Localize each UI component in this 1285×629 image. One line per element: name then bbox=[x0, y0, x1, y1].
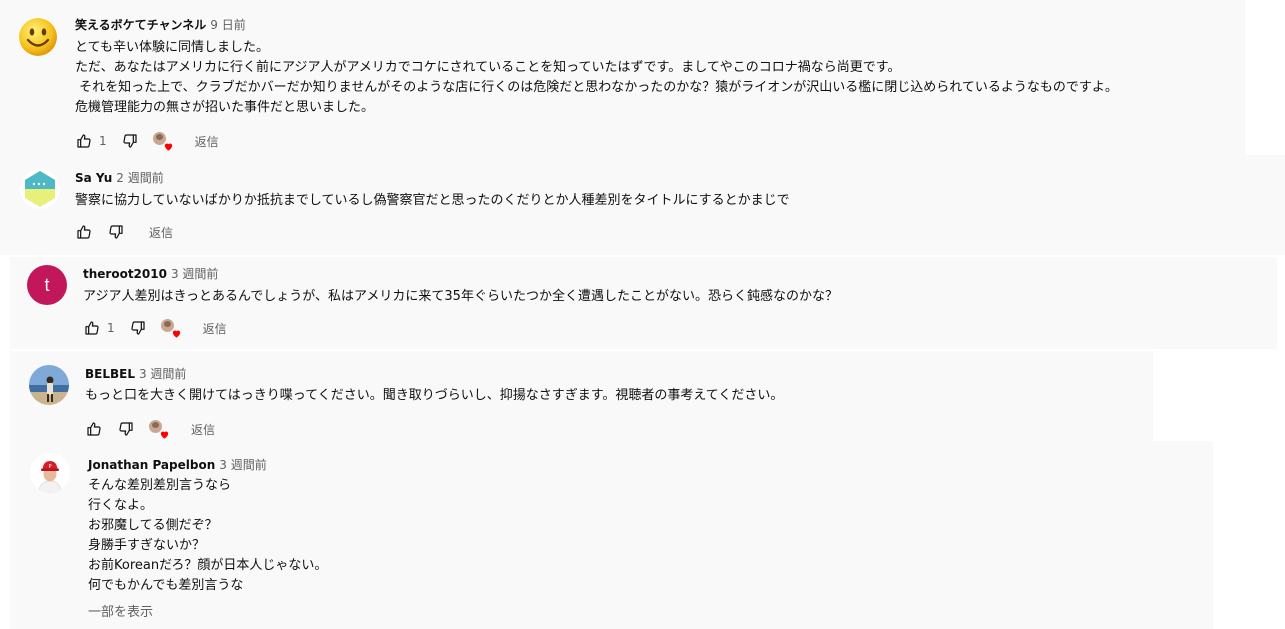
like-icon[interactable] bbox=[83, 319, 101, 337]
dislike-icon[interactable] bbox=[117, 420, 135, 438]
comment-actions: 1 返信 bbox=[83, 318, 227, 338]
comment-timestamp[interactable]: 3 週間前 bbox=[219, 458, 266, 472]
creator-heart-icon bbox=[160, 319, 180, 338]
comment-header: BELBEL 3 週間前 bbox=[85, 366, 186, 382]
comment-card: Sa Yu 2 週間前 警察に協力していないばかりか抵抗までしているし偽警察官だと… bbox=[0, 155, 1285, 255]
comment-text-line: 何でもかんでも差別言うな bbox=[88, 578, 244, 593]
comment-text-line: それを知った上で、クラブだかバーだか知りませんがそのような店に行くのは危険だと思… bbox=[75, 80, 1118, 95]
like-count: 1 bbox=[99, 134, 107, 148]
dislike-icon[interactable] bbox=[107, 223, 125, 241]
comment-text-line: とても辛い体験に同情しました。 bbox=[75, 40, 269, 55]
dislike-icon[interactable] bbox=[121, 132, 139, 150]
comment-text-line: お邪魔してる側だぞ？ bbox=[88, 518, 218, 533]
comment-card: 笑えるボケてチャンネル 9 日前 とても辛い体験に同情しました。 ただ、あなたはア… bbox=[0, 0, 1245, 158]
comment-text-line: アジア人差別はきっとあるんでしょうが、私はアメリカに来て35年ぐらいたつか全く遭… bbox=[83, 289, 838, 304]
dislike-icon[interactable] bbox=[129, 319, 147, 337]
reply-button[interactable]: 返信 bbox=[149, 224, 173, 241]
hexagon-icon bbox=[25, 171, 55, 207]
comment-text-line: ただ、あなたはアメリカに行く前にアジア人がアメリカでコケにされていることを知って… bbox=[75, 60, 901, 75]
reply-button[interactable]: 返信 bbox=[203, 320, 227, 337]
comment-author[interactable]: 笑えるボケてチャンネル bbox=[75, 18, 206, 32]
like-icon[interactable] bbox=[75, 223, 93, 241]
like-icon[interactable] bbox=[85, 420, 103, 438]
comment-text-line: お前Koreanだろ？顔が日本人じゃない。 bbox=[88, 558, 328, 573]
comment-timestamp[interactable]: 3 週間前 bbox=[171, 267, 218, 281]
comment-header: Jonathan Papelbon 3 週間前 bbox=[88, 457, 267, 473]
creator-heart-icon bbox=[152, 132, 172, 151]
comment-text-line: そんな差別差別言うなら bbox=[88, 478, 232, 493]
comment-header: theroot2010 3 週間前 bbox=[83, 266, 218, 282]
show-less-link[interactable]: 一部を表示 bbox=[88, 601, 153, 620]
comment-text-line: 身勝手すぎないか？ bbox=[88, 538, 206, 553]
baseball-player-icon: P bbox=[30, 453, 70, 493]
like-count: 1 bbox=[107, 321, 115, 335]
comment-text-line: もっと口を大きく開けてはっきり喋ってください。聞き取りづらいし、抑揚なさすぎます… bbox=[85, 388, 784, 403]
avatar[interactable] bbox=[29, 365, 69, 405]
comment-actions: 返信 bbox=[85, 419, 215, 439]
avatar-letter: t bbox=[44, 274, 50, 295]
reply-button[interactable]: 返信 bbox=[195, 133, 219, 150]
comment-card: t theroot2010 3 週間前 アジア人差別はきっとあるんでしょうが、私は… bbox=[10, 257, 1277, 349]
reply-button[interactable]: 返信 bbox=[191, 421, 215, 438]
like-icon[interactable] bbox=[75, 132, 93, 150]
comment-timestamp[interactable]: 2 週間前 bbox=[116, 171, 163, 185]
avatar[interactable]: P bbox=[30, 453, 70, 493]
comment-actions: 返信 bbox=[75, 222, 173, 242]
avatar[interactable] bbox=[18, 17, 58, 57]
avatar[interactable]: t bbox=[27, 265, 67, 305]
creator-heart-icon bbox=[149, 420, 169, 439]
comment-author[interactable]: theroot2010 bbox=[83, 267, 167, 281]
comment-timestamp[interactable]: 9 日前 bbox=[210, 18, 245, 32]
comment-header: 笑えるボケてチャンネル 9 日前 bbox=[75, 17, 246, 33]
beach-photo-icon bbox=[29, 365, 69, 405]
comment-header: Sa Yu 2 週間前 bbox=[75, 170, 164, 186]
comment-card: BELBEL 3 週間前 もっと口を大きく開けてはっきり喋ってください。聞き取りづ… bbox=[10, 351, 1153, 441]
comment-timestamp[interactable]: 3 週間前 bbox=[139, 367, 186, 381]
comment-actions: 1 返信 bbox=[75, 131, 219, 151]
comment-text-line: 行くなよ。 bbox=[88, 498, 154, 513]
comment-author[interactable]: Jonathan Papelbon bbox=[88, 458, 215, 472]
comment-author[interactable]: BELBEL bbox=[85, 367, 135, 381]
comment-author[interactable]: Sa Yu bbox=[75, 171, 112, 185]
comment-card: P Jonathan Papelbon 3 週間前 そんな差別差別言うなら 行くな… bbox=[10, 441, 1213, 629]
avatar[interactable] bbox=[20, 169, 60, 209]
comment-text-line: 危機管理能力の無さが招いた事件だと思いました。 bbox=[75, 100, 375, 115]
smiley-face-icon bbox=[19, 18, 57, 56]
comment-text-line: 警察に協力していないばかりか抵抗までしているし偽警察官だと思ったのくだりとか人種… bbox=[75, 193, 790, 208]
svg-text:P: P bbox=[48, 464, 51, 470]
